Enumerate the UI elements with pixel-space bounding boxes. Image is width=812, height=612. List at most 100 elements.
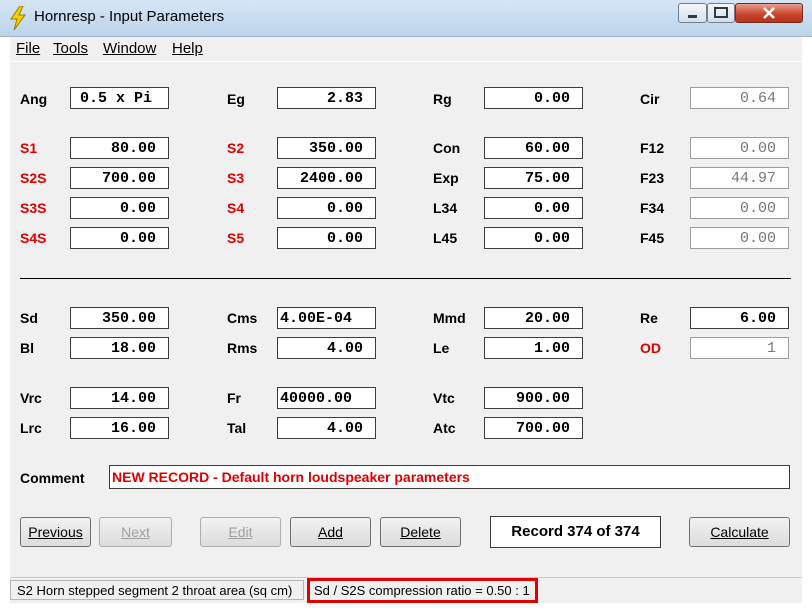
- field-con[interactable]: 60.00: [484, 137, 583, 159]
- menu-help-label: Help: [172, 40, 203, 57]
- field-s4s[interactable]: 0.00: [70, 227, 169, 249]
- field-cms[interactable]: 4.00E-04: [277, 307, 376, 329]
- field-exp[interactable]: 75.00: [484, 167, 583, 189]
- menu-help[interactable]: Help: [172, 40, 203, 57]
- lightning-bolt-icon: [10, 6, 26, 30]
- label-f12: F12: [640, 140, 665, 156]
- field-rms[interactable]: 4.00: [277, 337, 376, 359]
- label-cir: Cir: [640, 91, 660, 107]
- comment-label: Comment: [20, 470, 85, 486]
- next-button[interactable]: Next: [99, 517, 172, 547]
- calculate-button-label: Calculate: [710, 524, 769, 540]
- title-bar: Hornresp - Input Parameters: [0, 0, 812, 37]
- field-rg[interactable]: 0.00: [484, 87, 583, 109]
- field-atc[interactable]: 700.00: [484, 417, 583, 439]
- label-f45: F45: [640, 230, 665, 246]
- delete-button[interactable]: Delete: [380, 517, 461, 547]
- field-f12: 0.00: [690, 137, 789, 159]
- label-s3s: S3S: [20, 200, 47, 216]
- add-button[interactable]: Add: [290, 517, 371, 547]
- input-parameters-panel: Ang 0.5 x Pi Eg 2.83 Rg 0.00 Cir 0.64 S1…: [10, 62, 802, 577]
- label-re: Re: [640, 310, 658, 326]
- field-tal[interactable]: 4.00: [277, 417, 376, 439]
- field-s5[interactable]: 0.00: [277, 227, 376, 249]
- label-vtc: Vtc: [433, 390, 455, 406]
- section-divider: [20, 278, 791, 279]
- maximize-button[interactable]: [707, 3, 735, 23]
- previous-button[interactable]: Previous: [20, 517, 91, 547]
- label-bl: Bl: [20, 340, 34, 356]
- field-fr[interactable]: 40000.00: [277, 387, 376, 409]
- minimize-button[interactable]: [678, 3, 707, 23]
- record-indicator: Record 374 of 374: [490, 516, 661, 548]
- menu-bar: File Tools Window Help: [10, 37, 802, 61]
- label-s2s: S2S: [20, 170, 47, 186]
- menu-file-label: File: [16, 40, 41, 57]
- status-hint: S2 Horn stepped segment 2 throat area (s…: [10, 580, 304, 600]
- label-cms: Cms: [227, 310, 258, 326]
- minimize-icon: [688, 15, 697, 18]
- field-vtc[interactable]: 900.00: [484, 387, 583, 409]
- field-od: 1: [690, 337, 789, 359]
- field-s3[interactable]: 2400.00: [277, 167, 376, 189]
- menu-tools-label: Tools: [53, 40, 89, 57]
- label-eg: Eg: [227, 91, 245, 107]
- label-s4s: S4S: [20, 230, 47, 246]
- close-button[interactable]: [735, 3, 803, 23]
- window-title: Hornresp - Input Parameters: [34, 8, 225, 25]
- status-bar: S2 Horn stepped segment 2 throat area (s…: [10, 577, 802, 603]
- next-button-label: Next: [121, 524, 150, 540]
- label-sd: Sd: [20, 310, 38, 326]
- add-button-label: Add: [318, 524, 343, 540]
- field-s1[interactable]: 80.00: [70, 137, 169, 159]
- label-l45: L45: [433, 230, 458, 246]
- previous-button-label: Previous: [28, 524, 83, 540]
- label-rg: Rg: [433, 91, 452, 107]
- menu-window[interactable]: Window: [103, 40, 156, 57]
- label-ang: Ang: [20, 91, 48, 107]
- label-s4: S4: [227, 200, 245, 216]
- field-eg[interactable]: 2.83: [277, 87, 376, 109]
- field-re[interactable]: 6.00: [690, 307, 789, 329]
- label-lrc: Lrc: [20, 420, 42, 436]
- field-s3s[interactable]: 0.00: [70, 197, 169, 219]
- label-vrc: Vrc: [20, 390, 42, 406]
- field-l34[interactable]: 0.00: [484, 197, 583, 219]
- field-f45: 0.00: [690, 227, 789, 249]
- delete-button-label: Delete: [400, 524, 441, 540]
- label-exp: Exp: [433, 170, 459, 186]
- field-le[interactable]: 1.00: [484, 337, 583, 359]
- menu-window-label: Window: [103, 40, 157, 57]
- calculate-button[interactable]: Calculate: [689, 517, 790, 547]
- label-le: Le: [433, 340, 450, 356]
- field-bl[interactable]: 18.00: [70, 337, 169, 359]
- label-rms: Rms: [227, 340, 258, 356]
- field-sd[interactable]: 350.00: [70, 307, 169, 329]
- field-l45[interactable]: 0.00: [484, 227, 583, 249]
- hornresp-window: Hornresp - Input Parameters File Tools W…: [0, 0, 812, 612]
- field-ang[interactable]: 0.5 x Pi: [70, 87, 169, 109]
- field-cir: 0.64: [690, 87, 789, 109]
- field-vrc[interactable]: 14.00: [70, 387, 169, 409]
- label-fr: Fr: [227, 390, 241, 406]
- field-s2[interactable]: 350.00: [277, 137, 376, 159]
- edit-button[interactable]: Edit: [200, 517, 281, 547]
- field-lrc[interactable]: 16.00: [70, 417, 169, 439]
- field-s2s[interactable]: 700.00: [70, 167, 169, 189]
- label-s5: S5: [227, 230, 245, 246]
- field-f23: 44.97: [690, 167, 789, 189]
- comment-field[interactable]: NEW RECORD - Default horn loudspeaker pa…: [109, 465, 790, 489]
- field-f34: 0.00: [690, 197, 789, 219]
- label-con: Con: [433, 140, 461, 156]
- label-s3: S3: [227, 170, 245, 186]
- field-s4[interactable]: 0.00: [277, 197, 376, 219]
- label-s2: S2: [227, 140, 245, 156]
- field-mmd[interactable]: 20.00: [484, 307, 583, 329]
- menu-file[interactable]: File: [16, 40, 40, 57]
- close-icon: [763, 7, 775, 19]
- edit-button-label: Edit: [228, 524, 253, 540]
- menu-tools[interactable]: Tools: [53, 40, 88, 57]
- label-f34: F34: [640, 200, 665, 216]
- label-tal: Tal: [227, 420, 247, 436]
- maximize-icon: [714, 7, 728, 18]
